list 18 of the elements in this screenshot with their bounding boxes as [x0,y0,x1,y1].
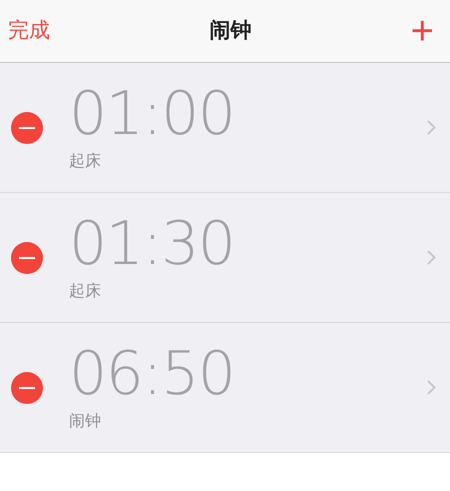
nav-title: 闹钟 [209,18,252,44]
alarm-row[interactable]: 06:50 闹钟 [0,323,450,453]
alarm-row[interactable]: 01:30 起床 [0,193,450,323]
done-button[interactable]: 完成 [8,15,50,47]
alarm-time: 01:30 [69,212,236,276]
delete-icon[interactable] [11,242,43,274]
chevron-icon [427,120,436,135]
chevron-icon [427,250,436,265]
alarm-time: 06:50 [69,342,236,406]
chevron-icon [427,380,436,395]
alarm-row[interactable]: 01:00 起床 [0,63,450,193]
add-button[interactable]: + [410,11,442,51]
alarm-label: 起床 [69,152,102,172]
delete-icon[interactable] [11,372,43,404]
alarm-time: 01:00 [69,82,236,146]
alarm-label: 起床 [69,282,102,302]
delete-icon[interactable] [11,112,43,144]
alarm-label: 闹钟 [69,412,102,432]
